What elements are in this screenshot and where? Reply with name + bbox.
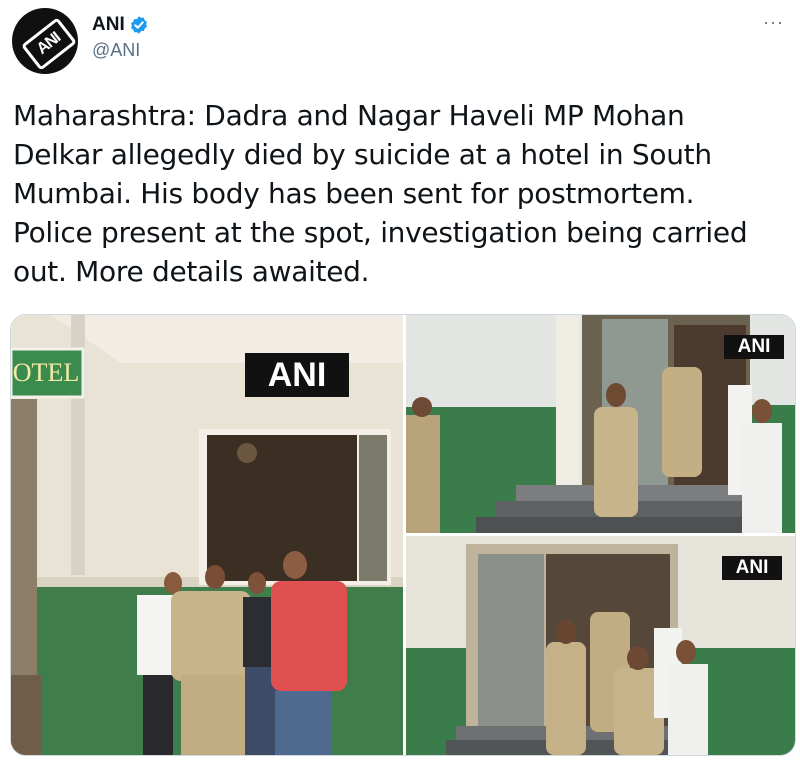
tweet-line: Mumbai. His body has been sent for postm… bbox=[13, 177, 695, 210]
tweet-line: out. More details awaited. bbox=[13, 255, 370, 288]
photo-hotel-entrance[interactable]: OTEL ANI bbox=[11, 315, 403, 755]
tweet-line: Police present at the spot, investigatio… bbox=[13, 216, 748, 249]
tweet-line: Maharashtra: Dadra and Nagar Haveli MP M… bbox=[13, 99, 685, 132]
verified-badge-icon bbox=[130, 16, 147, 34]
hotel-sign-text: OTEL bbox=[12, 358, 80, 387]
display-name[interactable]: ANI bbox=[92, 14, 125, 36]
user-handle[interactable]: @ANI bbox=[92, 40, 140, 61]
tweet-line: Delkar allegedly died by suicide at a ho… bbox=[13, 138, 712, 171]
ani-watermark: ANI bbox=[724, 335, 784, 359]
avatar-logo-text: ANI bbox=[21, 17, 77, 71]
tweet-header: ANI ANI @ANI ··· bbox=[12, 8, 788, 78]
ani-watermark: ANI bbox=[245, 353, 349, 397]
name-row: ANI bbox=[92, 14, 149, 36]
photo-police-at-door[interactable]: ANI bbox=[406, 536, 795, 755]
more-options-icon[interactable]: ··· bbox=[763, 12, 784, 33]
media-grid: OTEL ANI ANI ANI bbox=[10, 314, 796, 756]
ani-watermark: ANI bbox=[722, 556, 782, 580]
tweet-text: Maharashtra: Dadra and Nagar Haveli MP M… bbox=[13, 96, 773, 291]
avatar[interactable]: ANI bbox=[12, 8, 78, 74]
photo-police-entering[interactable]: ANI bbox=[406, 315, 795, 533]
